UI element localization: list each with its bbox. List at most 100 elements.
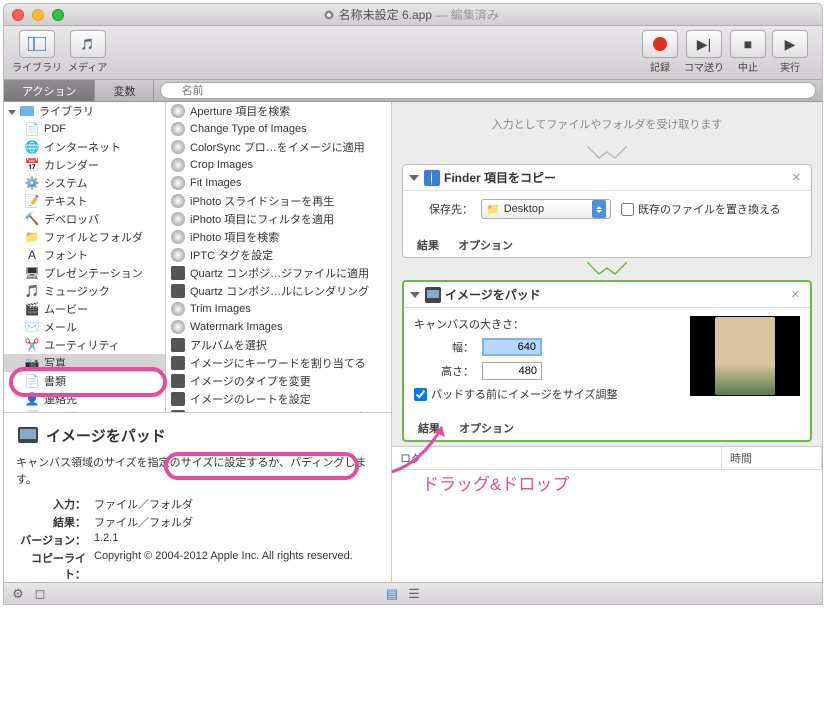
step-button[interactable]: ▶| [686,30,722,58]
action-item[interactable]: イメージのレートを設定 [166,390,391,408]
category-item[interactable]: 👤連絡先 [4,390,165,408]
library-root[interactable]: ライブラリ [4,102,165,120]
category-item[interactable]: 🔨デベロッパ [4,210,165,228]
action-item[interactable]: イメージにキーワードを割り当てる [166,354,391,372]
workflow-area[interactable]: 入力としてファイルやフォルダを受け取ります Finder 項目をコピー ✕ 保存… [392,102,822,582]
record-label: 記録 [650,59,670,74]
category-item[interactable]: ✂️ユーティリティ [4,336,165,354]
window-title: 名称未設定 6.app — 編集済み [64,6,758,23]
step-icon: ▶| [697,36,711,53]
stop-button[interactable]: ■ [730,30,766,58]
height-label: 高さ： [414,363,474,379]
category-item[interactable]: 🎬ムービー [4,300,165,318]
action-item[interactable]: iPhoto スライドショーを再生 [166,192,391,210]
category-item[interactable]: 🖥プレゼンテーション [4,264,165,282]
workflow-copy-title: Finder 項目をコピー [444,169,788,186]
footer: ⚙ ◻ ▤ ☰ [4,582,822,604]
action-item[interactable]: Trim Images [166,300,391,318]
close-icon[interactable]: ✕ [788,171,805,184]
height-input[interactable] [482,362,542,380]
library-button[interactable] [19,30,55,58]
info-panel: イメージをパッド キャンバス領域のサイズを指定のサイズに設定するか、パディングし… [4,412,391,582]
sidebar-icon [28,37,46,51]
library-label: ライブラリ [12,59,62,74]
scale-checkbox[interactable] [414,388,427,401]
category-item[interactable]: 📅カレンダー [4,156,165,174]
preview-icon [425,287,441,303]
folder-icon: 📁 [486,203,500,216]
search-input[interactable] [160,82,816,99]
disclosure-icon[interactable] [409,175,419,181]
record-button[interactable] [642,30,678,58]
action-item[interactable]: ColorSync プロ…をイメージに適用 [166,138,391,156]
action-item[interactable]: iPhoto 項目を検索 [166,228,391,246]
action-item[interactable]: Quartz コンポジ…ルにレンダリング [166,282,391,300]
action-item[interactable]: イメージのタイプを変更 [166,372,391,390]
titlebar: 名称未設定 6.app — 編集済み [4,4,822,26]
log-panel: ログ 時間 [392,446,822,582]
automator-icon [323,9,335,21]
action-item[interactable]: Quartz コンポジ…ジファイルに適用 [166,264,391,282]
workflow-copy-finder[interactable]: Finder 項目をコピー ✕ 保存先： 📁 Desktop 既存のファイルを置… [402,164,812,258]
category-item[interactable]: ✉️メール [4,318,165,336]
width-label: 幅： [414,339,474,355]
category-item[interactable]: Aフォント [4,246,165,264]
preview-thumbnail [690,316,800,396]
workflow-pad-title: イメージをパッド [445,286,787,303]
results-link[interactable]: 結果 [418,423,440,435]
action-item[interactable]: アルバムを選択 [166,336,391,354]
run-label: 実行 [780,59,800,74]
connector-icon [587,146,627,164]
canvas-label: キャンバスの大きさ： [414,316,690,332]
list-view-icon[interactable]: ▤ [384,586,400,602]
disclosure-icon[interactable] [410,292,420,298]
action-item[interactable]: IPTC タグを設定 [166,246,391,264]
gear-icon[interactable]: ⚙ [10,586,26,602]
options-link[interactable]: オプション [459,423,514,435]
close-icon[interactable]: ✕ [787,288,804,301]
maximize-button[interactable] [52,9,64,21]
run-icon: ▶ [785,36,796,53]
results-link[interactable]: 結果 [417,240,439,252]
tab-variable[interactable]: 変数 [95,80,154,101]
minimize-button[interactable] [32,9,44,21]
replace-label: 既存のファイルを置き換える [638,201,781,217]
options-link[interactable]: オプション [458,240,513,252]
category-item[interactable]: 📄書類 [4,372,165,390]
dest-select[interactable]: 📁 Desktop [481,199,611,219]
flow-view-icon[interactable]: ☰ [406,586,422,602]
action-item[interactable]: Fit Images [166,174,391,192]
run-button[interactable]: ▶ [772,30,808,58]
bookmark-icon[interactable]: ◻ [32,586,48,602]
scale-label: パッドする前にイメージをサイズ調整 [431,386,617,402]
connector-icon [587,262,627,280]
replace-checkbox[interactable] [621,203,634,216]
category-item[interactable]: 📷写真 [4,354,165,372]
category-item[interactable]: 📝テキスト [4,192,165,210]
tabbar: アクション 変数 🔍 [4,80,822,102]
log-header: ログ [392,447,722,469]
action-item[interactable]: Change Type of Images [166,120,391,138]
close-button[interactable] [12,9,24,21]
action-item[interactable]: Aperture 項目を検索 [166,102,391,120]
width-input[interactable] [482,338,542,356]
tab-action[interactable]: アクション [4,80,95,101]
category-item[interactable]: 🎵ミュージック [4,282,165,300]
info-title: イメージをパッド [16,423,379,447]
action-list[interactable]: Aperture 項目を検索Change Type of ImagesColor… [166,102,391,412]
category-item[interactable]: ⚙️システム [4,174,165,192]
action-item[interactable]: iPhoto 項目にフィルタを適用 [166,210,391,228]
action-item[interactable]: Crop Images [166,156,391,174]
input-hint: 入力としてファイルやフォルダを受け取ります [392,102,822,146]
category-item[interactable]: 📄PDF [4,120,165,138]
toolbar: ライブラリ 🎵 メディア 記録 ▶| コマ送り ■ 中止 ▶ 実行 [4,26,822,80]
select-arrows-icon [592,200,606,218]
media-button[interactable]: 🎵 [70,30,106,58]
category-list[interactable]: ライブラリ📄PDF🌐インターネット📅カレンダー⚙️システム📝テキスト🔨デベロッパ… [4,102,166,412]
preview-icon [16,423,40,447]
category-item[interactable]: 📁ファイルとフォルダ [4,228,165,246]
workflow-pad-image[interactable]: イメージをパッド ✕ キャンバスの大きさ： 幅： 高さ： パッドする前にイメージ… [402,280,812,442]
category-item[interactable]: 🌐インターネット [4,138,165,156]
action-item[interactable]: Watermark Images [166,318,391,336]
stop-label: 中止 [738,59,758,74]
